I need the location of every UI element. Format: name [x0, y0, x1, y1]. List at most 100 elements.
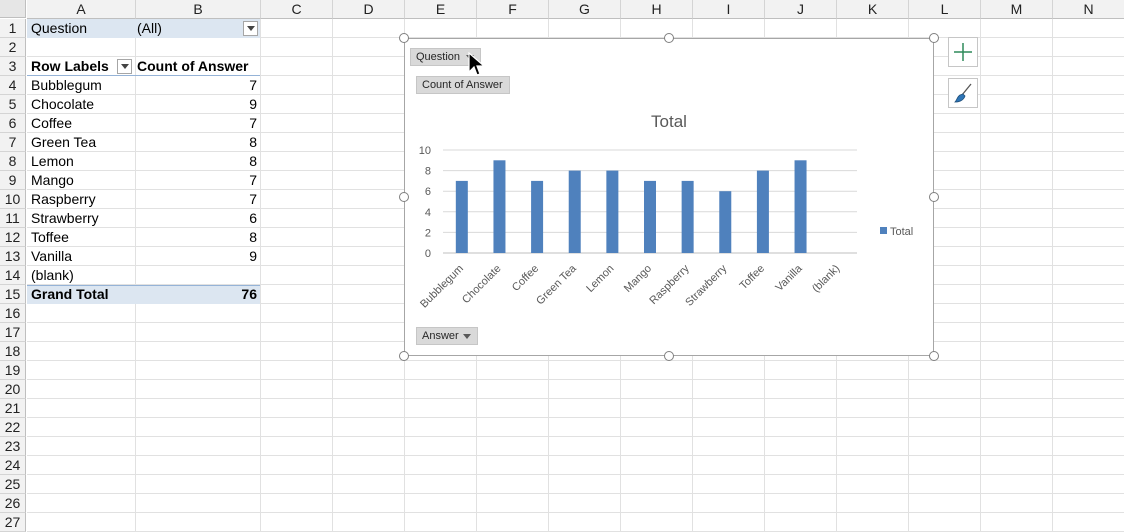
row-header[interactable]: 17 [0, 323, 26, 342]
row-header[interactable]: 18 [0, 342, 26, 361]
column-header[interactable]: B [136, 0, 261, 19]
pivot-row-label: Vanilla [31, 248, 72, 264]
x-tick-label: Coffee [510, 263, 541, 294]
resize-handle[interactable] [399, 33, 409, 43]
y-tick-label: 8 [425, 166, 431, 178]
pivot-row-value: 7 [249, 115, 257, 131]
x-tick-label: Vanilla [773, 262, 805, 294]
row-header[interactable]: 16 [0, 304, 26, 323]
pivot-row-value: 6 [249, 210, 257, 226]
column-header[interactable]: F [477, 0, 549, 19]
column-header[interactable]: L [909, 0, 981, 19]
column-header[interactable]: A [27, 0, 136, 19]
pivot-filter-dropdown[interactable] [243, 21, 258, 36]
row-header[interactable]: 1 [0, 19, 26, 38]
row-header[interactable]: 19 [0, 361, 26, 380]
row-gridline [27, 474, 1124, 475]
pivot-row-label: (blank) [31, 267, 74, 283]
row-header[interactable]: 15 [0, 285, 26, 304]
pivot-row-value: 9 [249, 248, 257, 264]
pivot-row-label: Green Tea [31, 134, 97, 150]
row-header[interactable]: 4 [0, 76, 26, 95]
row-header[interactable]: 24 [0, 456, 26, 475]
row-gridline [27, 512, 1124, 513]
pivot-row-value: 7 [249, 172, 257, 188]
plus-icon [954, 43, 972, 61]
row-header[interactable]: 14 [0, 266, 26, 285]
row-header[interactable]: 13 [0, 247, 26, 266]
resize-handle[interactable] [929, 351, 939, 361]
row-gridline [27, 360, 1124, 361]
row-header[interactable]: 9 [0, 171, 26, 190]
resize-handle[interactable] [664, 33, 674, 43]
row-gridline [27, 398, 1124, 399]
row-gridline [27, 493, 1124, 494]
row-header[interactable]: 11 [0, 209, 26, 228]
column-header[interactable]: C [261, 0, 333, 19]
row-gridline [27, 436, 1124, 437]
column-header[interactable]: K [837, 0, 909, 19]
column-header[interactable]: H [621, 0, 693, 19]
row-header[interactable]: 7 [0, 133, 26, 152]
x-tick-label: Lemon [584, 263, 616, 295]
bar [681, 180, 694, 253]
row-header[interactable]: 3 [0, 57, 26, 76]
column-header[interactable]: J [765, 0, 837, 19]
mouse-cursor-icon [468, 52, 486, 76]
x-tick-label: Toffee [737, 263, 767, 293]
resize-handle[interactable] [664, 351, 674, 361]
paintbrush-icon [954, 83, 972, 103]
row-header[interactable]: 22 [0, 418, 26, 437]
row-header[interactable]: 20 [0, 380, 26, 399]
row-gridline [27, 455, 1124, 456]
chart-plot: Total 0 2 4 6 8 10 BubblegumChocolate CoffeeGree… [418, 112, 913, 311]
count-of-answer-header: Count of Answer [137, 58, 249, 74]
row-header[interactable]: 23 [0, 437, 26, 456]
pivot-row-label: Lemon [31, 153, 74, 169]
x-tick-label: Green Tea [534, 262, 579, 307]
bar [719, 191, 732, 253]
column-header[interactable]: M [981, 0, 1053, 19]
pivot-row-label: Strawberry [31, 210, 99, 226]
select-all-corner[interactable] [0, 0, 26, 18]
pivot-row-label: Chocolate [31, 96, 95, 112]
chart-styles-button[interactable] [948, 78, 978, 108]
column-header[interactable]: N [1053, 0, 1124, 19]
column-header[interactable]: D [333, 0, 405, 19]
pivot-row-label: Mango [31, 172, 74, 188]
column-header[interactable]: I [693, 0, 765, 19]
chevron-down-icon [120, 64, 129, 69]
row-header[interactable]: 5 [0, 95, 26, 114]
x-tick-label: Bubblegum [418, 263, 466, 311]
row-header[interactable]: 26 [0, 494, 26, 513]
y-tick-label: 2 [425, 227, 431, 239]
row-header[interactable]: 27 [0, 513, 26, 532]
row-header[interactable]: 8 [0, 152, 26, 171]
row-header[interactable]: 6 [0, 114, 26, 133]
bar [606, 170, 619, 253]
row-header[interactable]: 12 [0, 228, 26, 247]
bar [531, 180, 544, 253]
row-labels-dropdown[interactable] [117, 59, 132, 74]
pivot-row-value: 8 [249, 153, 257, 169]
x-tick-label: Strawberry [683, 262, 729, 308]
row-labels-header: Row Labels [31, 58, 109, 74]
column-header[interactable]: G [549, 0, 621, 19]
bar [794, 160, 807, 253]
resize-handle[interactable] [929, 33, 939, 43]
row-header[interactable]: 10 [0, 190, 26, 209]
pivot-chart[interactable]: Question Count of Answer Answer Total 0 2 4… [404, 38, 934, 356]
chart-title: Total [651, 112, 687, 131]
pivot-row-label: Coffee [31, 115, 72, 131]
row-header[interactable]: 21 [0, 399, 26, 418]
pivot-row-value [134, 266, 260, 285]
row-header[interactable]: 25 [0, 475, 26, 494]
pivot-row-label: Bubblegum [31, 77, 102, 93]
resize-handle[interactable] [399, 351, 409, 361]
bar [568, 170, 581, 253]
row-header[interactable]: 2 [0, 38, 26, 57]
chart-elements-button[interactable] [948, 37, 978, 67]
column-header[interactable]: E [405, 0, 477, 19]
resize-handle[interactable] [399, 192, 409, 202]
resize-handle[interactable] [929, 192, 939, 202]
